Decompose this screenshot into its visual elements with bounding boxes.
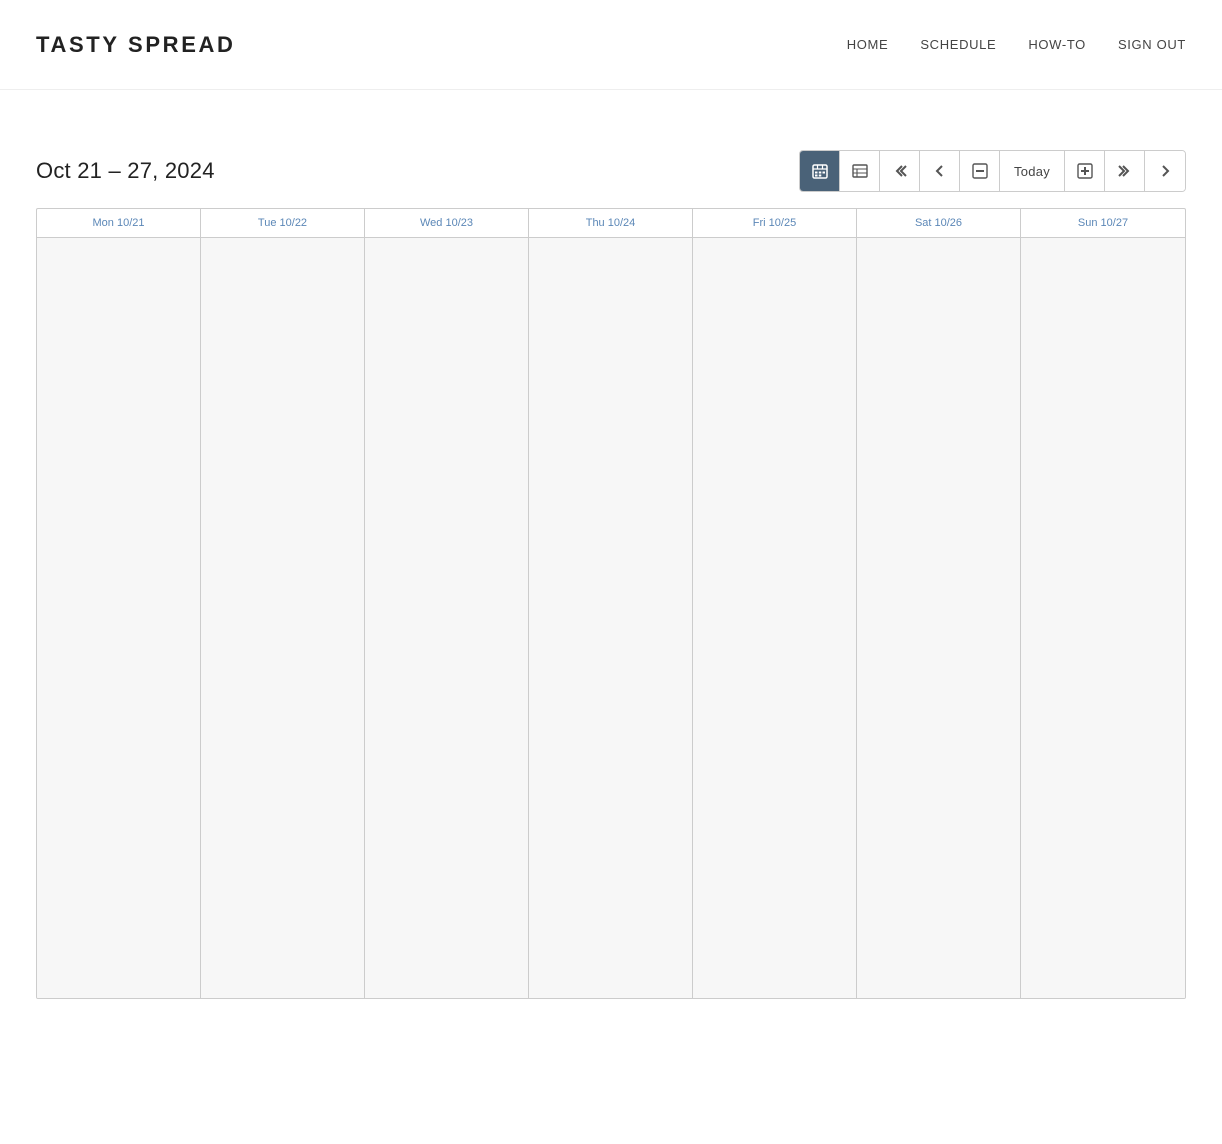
chevron-left-icon	[932, 163, 948, 179]
chevron-right-double-icon	[1117, 163, 1133, 179]
calendar-cell-sun[interactable]	[1021, 238, 1185, 998]
chevron-left-double-icon	[892, 163, 908, 179]
day-header-wed: Wed 10/23	[365, 209, 529, 237]
nav-links: HOME SCHEDULE HOW-TO SIGN OUT	[847, 37, 1186, 52]
nav-schedule[interactable]: SCHEDULE	[920, 37, 996, 52]
minus-icon	[972, 163, 988, 179]
calendar-cell-tue[interactable]	[201, 238, 365, 998]
main-content: Oct 21 – 27, 2024	[0, 90, 1222, 1035]
calendar-grid: Mon 10/21 Tue 10/22 Wed 10/23 Thu 10/24 …	[36, 208, 1186, 999]
nav-sign-out[interactable]: SIGN OUT	[1118, 37, 1186, 52]
calendar-cell-mon[interactable]	[37, 238, 201, 998]
zoom-out-button[interactable]	[960, 151, 1000, 191]
calendar-cell-thu[interactable]	[529, 238, 693, 998]
brand-logo: TASTY SPREAD	[36, 32, 236, 58]
list-icon	[852, 163, 868, 179]
calendar-body	[37, 238, 1185, 998]
calendar-grid-icon	[812, 163, 828, 179]
calendar-cell-sat[interactable]	[857, 238, 1021, 998]
zoom-in-button[interactable]	[1065, 151, 1105, 191]
nav-how-to[interactable]: HOW-TO	[1028, 37, 1086, 52]
view-toolbar: Today	[799, 150, 1186, 192]
day-header-mon: Mon 10/21	[37, 209, 201, 237]
calendar-header: Oct 21 – 27, 2024	[36, 150, 1186, 192]
plus-icon	[1077, 163, 1093, 179]
navbar: TASTY SPREAD HOME SCHEDULE HOW-TO SIGN O…	[0, 0, 1222, 90]
chevron-right-icon	[1157, 163, 1173, 179]
day-header-fri: Fri 10/25	[693, 209, 857, 237]
prev-button[interactable]	[920, 151, 960, 191]
day-header-sat: Sat 10/26	[857, 209, 1021, 237]
grid-view-button[interactable]	[800, 151, 840, 191]
date-range: Oct 21 – 27, 2024	[36, 158, 215, 184]
calendar-days-header: Mon 10/21 Tue 10/22 Wed 10/23 Thu 10/24 …	[37, 209, 1185, 238]
calendar-cell-fri[interactable]	[693, 238, 857, 998]
day-header-thu: Thu 10/24	[529, 209, 693, 237]
day-header-tue: Tue 10/22	[201, 209, 365, 237]
nav-home[interactable]: HOME	[847, 37, 889, 52]
next-far-button[interactable]	[1105, 151, 1145, 191]
today-button[interactable]: Today	[1000, 151, 1065, 191]
list-view-button[interactable]	[840, 151, 880, 191]
prev-far-button[interactable]	[880, 151, 920, 191]
calendar-cell-wed[interactable]	[365, 238, 529, 998]
day-header-sun: Sun 10/27	[1021, 209, 1185, 237]
next-button[interactable]	[1145, 151, 1185, 191]
